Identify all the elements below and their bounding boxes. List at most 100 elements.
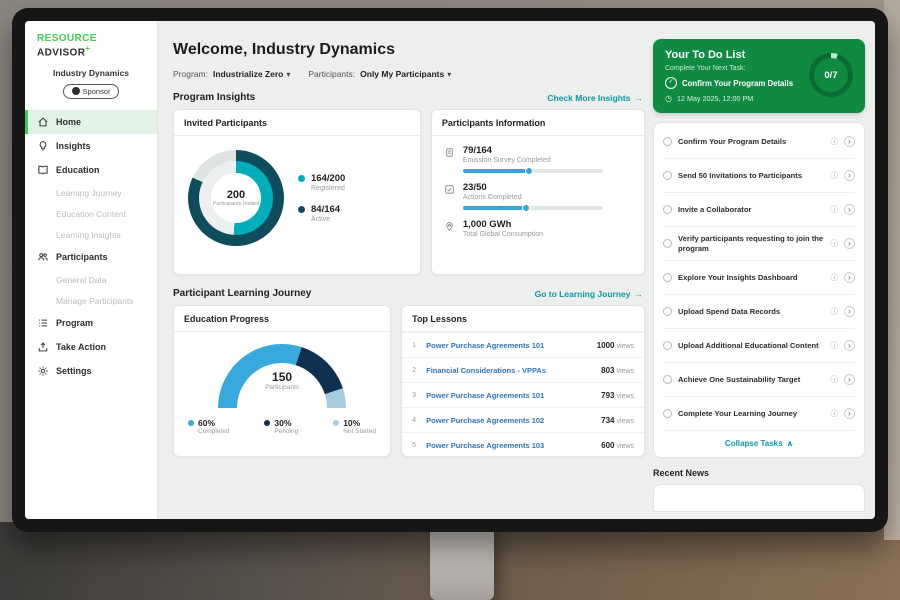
chevron-right-icon[interactable]: ›	[844, 408, 855, 419]
completed-dot	[188, 420, 194, 426]
logo-text-primary: RESOURCE	[37, 33, 97, 44]
todo-next-task[interactable]: ✓ Confirm Your Program Details	[665, 77, 815, 89]
participants-information-card: Participants Information 79/164 Emission…	[431, 109, 645, 275]
org-name: Industry Dynamics	[25, 68, 157, 78]
todo-summary-card: Your To Do List Complete Your Next Task:…	[653, 39, 865, 113]
chevron-right-icon[interactable]: ›	[844, 374, 855, 385]
sidebar-subitem-learning-journey[interactable]: Learning Journey	[25, 182, 157, 203]
sponsor-badge[interactable]: Sponsor	[63, 84, 120, 99]
info-icon[interactable]: ⓘ	[831, 374, 839, 385]
location-pin-icon	[444, 221, 455, 232]
chevron-right-icon[interactable]: ›	[844, 136, 855, 147]
info-icon[interactable]: ⓘ	[831, 204, 839, 215]
task-row[interactable]: Achieve One Sustainability Target ⓘ ›	[663, 362, 855, 396]
program-filter-dropdown[interactable]: Industrialize Zero ▾	[213, 69, 290, 79]
monitor-stand	[430, 524, 494, 600]
collapse-icon: ∧	[787, 439, 794, 448]
lesson-row: 5 Power Purchase Agreements 103 600views	[402, 432, 644, 457]
task-checkbox[interactable]	[663, 239, 672, 248]
chevron-right-icon[interactable]: ›	[844, 340, 855, 351]
task-checkbox[interactable]	[663, 375, 672, 384]
actions-progress-bar	[463, 206, 603, 210]
info-icon[interactable]: ⓘ	[831, 170, 839, 181]
logo-plus: +	[85, 44, 90, 53]
lesson-link[interactable]: Power Purchase Agreements 103	[426, 441, 594, 450]
participants-filter-dropdown[interactable]: Only My Participants ▾	[360, 69, 451, 79]
lesson-link[interactable]: Power Purchase Agreements 101	[426, 391, 594, 400]
sidebar-item-insights[interactable]: Insights	[25, 134, 157, 158]
lesson-link[interactable]: Power Purchase Agreements 102	[426, 416, 594, 425]
gauge-center-value: 150	[218, 370, 346, 384]
lesson-link[interactable]: Financial Considerations - VPPAs	[426, 366, 594, 375]
sidebar-item-education[interactable]: Education	[25, 158, 157, 182]
stat-global-consumption: 1,000 GWh Total Global Consumption	[432, 210, 644, 238]
dashboard-screen: RESOURCE ADVISOR+ Industry Dynamics Spon…	[25, 21, 875, 519]
education-progress-card: Education Progress 150 Participants	[173, 305, 391, 457]
sidebar-subitem-education-content[interactable]: Education Content	[25, 203, 157, 224]
sidebar-item-participants[interactable]: Participants	[25, 245, 157, 269]
donut-center-label: Participants Invited	[213, 201, 259, 208]
sidebar-subitem-learning-insights[interactable]: Learning Insights	[25, 224, 157, 245]
registered-dot	[298, 175, 305, 182]
sidebar-item-program[interactable]: Program	[25, 311, 157, 335]
task-checkbox[interactable]	[663, 409, 672, 418]
info-icon[interactable]: ⓘ	[831, 340, 839, 351]
gear-icon	[37, 365, 49, 377]
chevron-right-icon[interactable]: ›	[844, 170, 855, 181]
invited-card-title: Invited Participants	[174, 110, 420, 136]
pending-dot	[264, 420, 270, 426]
legend-pending: 30% Pending	[264, 418, 298, 435]
task-row[interactable]: Confirm Your Program Details ⓘ ›	[663, 125, 855, 158]
chevron-right-icon[interactable]: ›	[844, 238, 855, 249]
check-circle-icon: ✓	[665, 77, 677, 89]
task-row[interactable]: Invite a Collaborator ⓘ ›	[663, 192, 855, 226]
chevron-right-icon[interactable]: ›	[844, 306, 855, 317]
todo-progress-value: 0/7	[824, 70, 837, 81]
lesson-link[interactable]: Power Purchase Agreements 101	[426, 341, 590, 350]
check-more-insights-link[interactable]: Check More Insights →	[547, 93, 643, 103]
task-checkbox[interactable]	[663, 341, 672, 350]
top-lessons-title: Top Lessons	[402, 306, 644, 332]
task-checkbox[interactable]	[663, 137, 672, 146]
info-icon[interactable]: ⓘ	[831, 272, 839, 283]
chevron-right-icon[interactable]: ›	[844, 204, 855, 215]
go-to-learning-journey-link[interactable]: Go to Learning Journey →	[535, 289, 643, 299]
task-row[interactable]: Verify participants requesting to join t…	[663, 226, 855, 260]
list-icon	[37, 317, 49, 329]
chevron-down-icon: ▾	[447, 70, 451, 79]
collapse-tasks-link[interactable]: Collapse Tasks ∧	[663, 430, 855, 455]
emission-progress-bar	[463, 169, 603, 173]
legend-not-started: 10% Not Started	[333, 418, 376, 435]
lesson-row: 3 Power Purchase Agreements 101 793views	[402, 382, 644, 407]
task-checkbox[interactable]	[663, 273, 672, 282]
sidebar-item-home[interactable]: Home	[25, 110, 157, 134]
sidebar-item-label: Settings	[56, 366, 92, 376]
task-checkbox[interactable]	[663, 205, 672, 214]
sidebar-subitem-manage-participants[interactable]: Manage Participants	[25, 290, 157, 311]
legend-completed: 60% Completed	[188, 418, 229, 435]
task-row[interactable]: Complete Your Learning Journey ⓘ ›	[663, 396, 855, 430]
task-checkbox[interactable]	[663, 171, 672, 180]
stat-emission-survey: 79/164 Emission Survey Completed	[432, 136, 644, 173]
info-icon[interactable]: ⓘ	[831, 136, 839, 147]
top-lessons-card: Top Lessons 1 Power Purchase Agreements …	[401, 305, 645, 457]
info-icon[interactable]: ⓘ	[831, 306, 839, 317]
sidebar: RESOURCE ADVISOR+ Industry Dynamics Spon…	[25, 21, 158, 519]
info-icon[interactable]: ⓘ	[831, 408, 839, 419]
task-checkbox[interactable]	[663, 307, 672, 316]
main-content: Welcome, Industry Dynamics Program: Indu…	[171, 21, 645, 519]
participants-filter-label: Participants:	[308, 69, 355, 79]
task-row[interactable]: Explore Your Insights Dashboard ⓘ ›	[663, 260, 855, 294]
task-row[interactable]: Upload Spend Data Records ⓘ ›	[663, 294, 855, 328]
info-icon[interactable]: ⓘ	[831, 238, 839, 249]
people-icon	[37, 251, 49, 263]
task-row[interactable]: Upload Additional Educational Content ⓘ …	[663, 328, 855, 362]
sidebar-subitem-general-data[interactable]: General Data	[25, 269, 157, 290]
sidebar-nav: Home Insights Education Learning Journey…	[25, 110, 157, 383]
task-row[interactable]: Send 50 Invitations to Participants ⓘ ›	[663, 158, 855, 192]
sidebar-item-settings[interactable]: Settings	[25, 359, 157, 383]
person-icon	[72, 87, 80, 95]
sidebar-item-take-action[interactable]: Take Action	[25, 335, 157, 359]
chevron-right-icon[interactable]: ›	[844, 272, 855, 283]
recent-news-card	[653, 484, 865, 512]
